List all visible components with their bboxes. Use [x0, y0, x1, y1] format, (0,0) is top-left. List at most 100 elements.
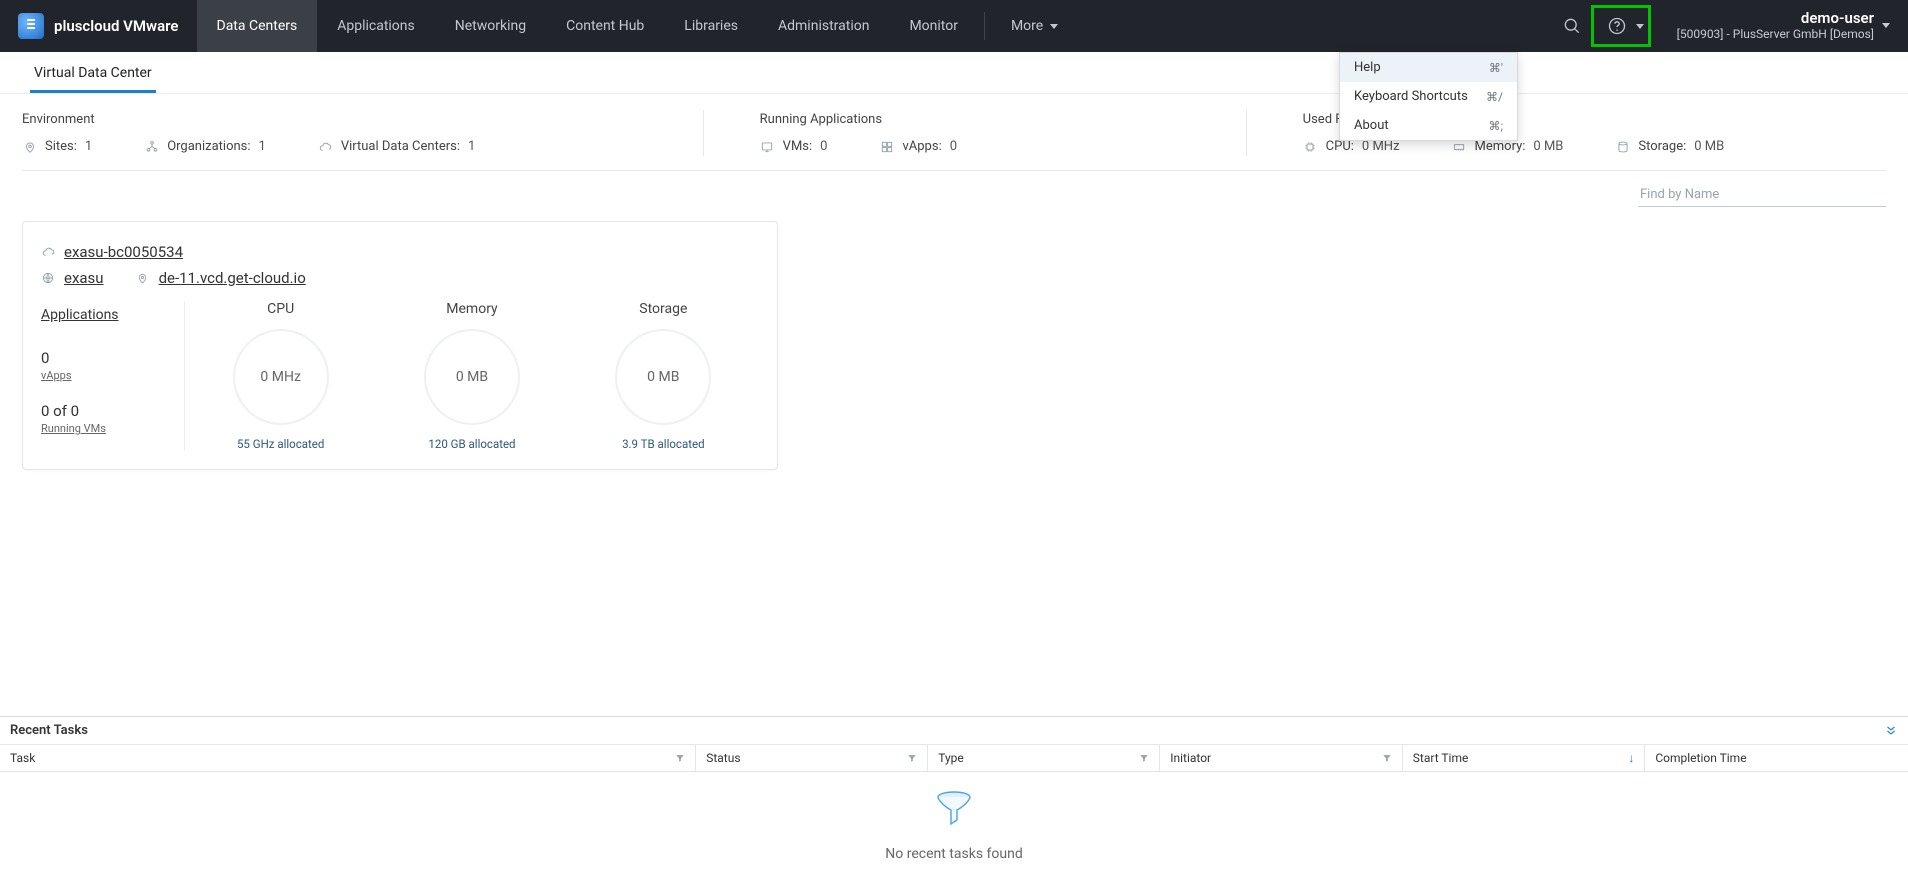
filter-icon[interactable]	[907, 753, 917, 763]
task-header-type[interactable]: Type	[928, 745, 1160, 771]
search-row	[22, 171, 1886, 221]
filter-icon[interactable]	[675, 753, 685, 763]
header-label: Task	[10, 751, 35, 765]
menu-item-label: Help	[1354, 60, 1381, 75]
stat-cpu: CPU: 0 MHz	[1303, 139, 1400, 154]
task-header-start-time[interactable]: Start Time ↓	[1403, 745, 1646, 771]
help-button-highlight	[1591, 5, 1651, 47]
tasks-empty-text: No recent tasks found	[885, 846, 1022, 862]
nav-content-hub[interactable]: Content Hub	[546, 0, 664, 52]
nav-applications[interactable]: Applications	[317, 0, 435, 52]
brand[interactable]: pluscloud VMware	[0, 0, 197, 52]
content: Environment Sites: 1 Organizations: 1 Vi…	[0, 94, 1908, 470]
brand-logo-icon	[18, 13, 44, 39]
header-label: Type	[938, 751, 964, 765]
task-header-status[interactable]: Status	[696, 745, 928, 771]
cloud-icon	[318, 139, 333, 154]
storage-icon	[1615, 139, 1630, 154]
chevron-down-icon	[1882, 23, 1890, 28]
nav-items: Data CentersApplicationsNetworkingConten…	[197, 0, 978, 52]
vms-sub[interactable]: Running VMs	[41, 422, 184, 435]
task-headers: Task Status Type Initiator Start Time ↓ Comple…	[0, 744, 1908, 772]
task-header-completion-time[interactable]: Completion Time	[1645, 745, 1908, 771]
user-text: demo-user [500903] - PlusServer GmbH [De…	[1677, 10, 1874, 41]
stat-vdc: Virtual Data Centers: 1	[318, 139, 475, 154]
menu-help[interactable]: Help ⌘'	[1340, 53, 1517, 82]
vapps-sub[interactable]: vApps	[41, 369, 184, 382]
nav-networking[interactable]: Networking	[435, 0, 546, 52]
recent-tasks-title: Recent Tasks	[10, 723, 88, 738]
recent-tasks: Recent Tasks Task Status Type Initiator Star…	[0, 716, 1908, 878]
gauge-title: Memory	[446, 301, 497, 317]
summary-env-title: Environment	[22, 112, 655, 127]
stat-vapps: vApps: 0	[879, 139, 957, 154]
gauge-title: CPU	[267, 301, 294, 317]
site-link[interactable]: de-11.vcd.get-cloud.io	[159, 266, 306, 292]
filter-icon[interactable]	[1139, 753, 1149, 763]
gauge-allocated: 55 GHz allocated	[237, 437, 324, 451]
sort-arrow-icon: ↓	[1628, 751, 1634, 765]
help-button[interactable]	[1598, 7, 1636, 45]
user-name: demo-user	[1677, 10, 1874, 27]
globe-icon	[41, 271, 56, 286]
vdc-name-link[interactable]: exasu-bc0050534	[64, 240, 183, 266]
stat-vms: VMs: 0	[760, 139, 828, 154]
nav-monitor[interactable]: Monitor	[889, 0, 978, 52]
menu-about[interactable]: About⌘;	[1340, 111, 1517, 140]
vms-count: 0 of 0	[41, 402, 184, 420]
search-input[interactable]	[1638, 183, 1886, 207]
user-org: [500903] - PlusServer GmbH [Demos]	[1677, 28, 1874, 42]
nav-administration[interactable]: Administration	[758, 0, 889, 52]
menu-keyboard-shortcuts[interactable]: Keyboard Shortcuts ⌘/	[1340, 82, 1517, 111]
gauge-value: 0 MB	[424, 329, 520, 425]
pin-icon	[22, 139, 37, 154]
vapp-icon	[879, 139, 894, 154]
vdc-card[interactable]: exasu-bc0050534 exasu de-11.vcd.get-clou…	[22, 221, 778, 470]
menu-item-shortcut: ⌘/	[1486, 90, 1503, 104]
search-button[interactable]	[1553, 7, 1591, 45]
user-menu[interactable]: demo-user [500903] - PlusServer GmbH [De…	[1651, 10, 1908, 41]
subtabs: Virtual Data Center	[0, 52, 1908, 94]
nav-more-label: More	[1011, 18, 1043, 34]
gauge-title: Storage	[639, 301, 687, 317]
task-header-initiator[interactable]: Initiator	[1160, 745, 1403, 771]
gauge-storage: Storage 0 MB 3.9 TB allocated	[568, 301, 759, 451]
menu-item-label: Keyboard Shortcuts	[1354, 89, 1468, 104]
funnel-icon	[934, 790, 974, 832]
header-label: Initiator	[1170, 751, 1211, 765]
task-header-task[interactable]: Task	[0, 745, 696, 771]
filter-icon[interactable]	[1382, 753, 1392, 763]
header-label: Start Time	[1413, 751, 1469, 765]
topnav-right: demo-user [500903] - PlusServer GmbH [De…	[1553, 0, 1908, 52]
subtab-vdc[interactable]: Virtual Data Center	[30, 55, 156, 93]
top-nav: pluscloud VMware Data CentersApplication…	[0, 0, 1908, 52]
tasks-empty: No recent tasks found	[0, 772, 1908, 878]
chevron-down-icon	[1050, 24, 1058, 29]
vm-icon	[760, 139, 775, 154]
card-header: exasu-bc0050534 exasu de-11.vcd.get-clou…	[41, 240, 759, 291]
gauge-cpu: CPU0 MHz55 GHz allocated	[185, 301, 376, 451]
card-apps-title[interactable]: Applications	[41, 307, 184, 323]
nav-libraries[interactable]: Libraries	[664, 0, 758, 52]
summary-apps-title: Running Applications	[760, 112, 1198, 127]
pin-icon	[136, 271, 151, 286]
nav-data-centers[interactable]: Data Centers	[197, 0, 318, 52]
gauge-value: 0 MB	[615, 329, 711, 425]
gauges: CPU0 MHz55 GHz allocatedMemory0 MB120 GB…	[185, 301, 759, 451]
summary-row: Environment Sites: 1 Organizations: 1 Vi…	[22, 106, 1886, 171]
org-icon	[144, 139, 159, 154]
header-label: Status	[706, 751, 740, 765]
stat-orgs: Organizations: 1	[144, 139, 266, 154]
collapse-button[interactable]	[1884, 724, 1898, 738]
help-dropdown: Help ⌘' Keyboard Shortcuts ⌘/ About⌘;	[1339, 52, 1518, 141]
org-link[interactable]: exasu	[64, 266, 104, 292]
menu-item-shortcut: ⌘'	[1489, 61, 1503, 75]
card-apps-col: Applications 0 vApps 0 of 0 Running VMs	[41, 301, 185, 451]
gauge-memory: Memory0 MB120 GB allocated	[376, 301, 567, 451]
nav-separator	[984, 12, 985, 40]
menu-item-shortcut: ⌘;	[1488, 119, 1503, 133]
cpu-icon	[1303, 139, 1318, 154]
gauge-allocated: 3.9 TB allocated	[622, 437, 705, 451]
nav-more[interactable]: More	[991, 0, 1078, 52]
memory-icon	[1452, 139, 1467, 154]
